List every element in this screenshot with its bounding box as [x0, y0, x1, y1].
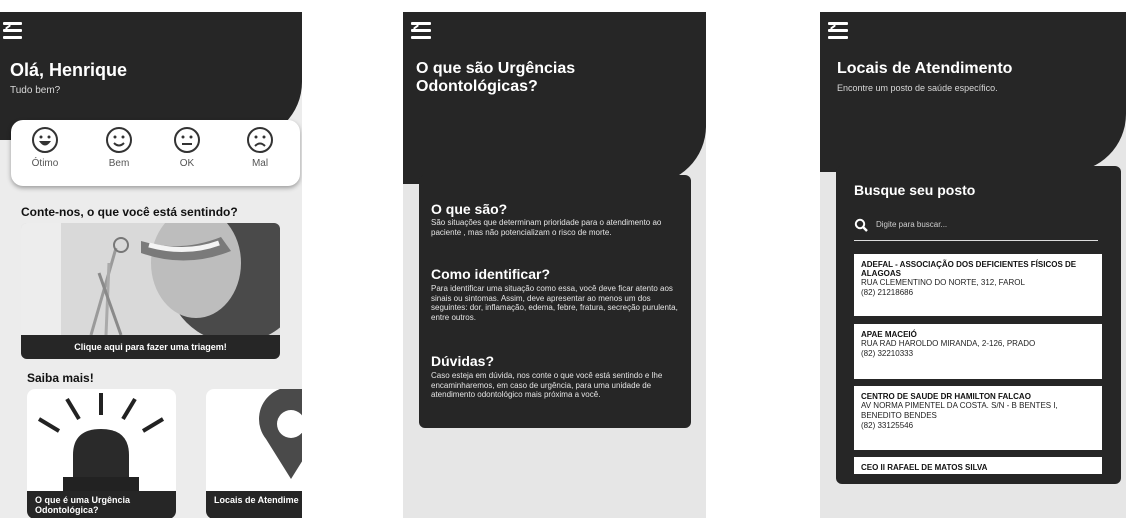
- feeling-title: Conte-nos, o que você está sentindo?: [21, 205, 238, 219]
- triage-card[interactable]: Clique aqui para fazer uma triagem!: [21, 223, 280, 359]
- result-phone: (82) 21218686: [861, 288, 914, 297]
- neutral-face-icon: [174, 127, 200, 153]
- search-bar: [854, 214, 1098, 241]
- map-pin-icon: [259, 389, 302, 479]
- info-card: O que são? São situações que determinam …: [419, 175, 691, 428]
- section-body: São situações que determinam prioridade …: [431, 218, 662, 237]
- page-title: Locais de Atendimento: [837, 60, 1013, 77]
- grin-face-icon: [32, 127, 58, 153]
- result-name: APAE MACEIÓ: [861, 330, 917, 339]
- section-heading: Como identificar?: [431, 266, 551, 282]
- mood-label: Bem: [108, 158, 130, 169]
- locations-screen: Locais de Atendimento Encontre um posto …: [820, 12, 1126, 518]
- mood-label: Ótimo: [31, 158, 59, 169]
- sad-face-icon: [247, 127, 273, 153]
- result-phone: (82) 32210333: [861, 349, 914, 358]
- result-address: AV NORMA PIMENTEL DA COSTA. S/N - B BENT…: [861, 401, 1058, 420]
- section-body: Para identificar uma situação como essa,…: [431, 284, 678, 322]
- result-address: RUA CLEMENTINO DO NORTE, 312, FAROL: [861, 278, 1025, 287]
- section-heading: O que são?: [431, 201, 508, 217]
- menu-icon[interactable]: [3, 22, 25, 40]
- section-body: Caso esteja em dúvida, nos conte o que v…: [431, 371, 663, 400]
- mood-selector: Ótimo Bem OK Mal: [11, 120, 300, 186]
- greeting-subtitle: Tudo bem?: [10, 85, 61, 96]
- search-input[interactable]: [876, 216, 1086, 232]
- locations-card-label: Locais de Atendime: [206, 491, 302, 518]
- mood-ok-button[interactable]: OK: [157, 126, 217, 169]
- mood-bad-button[interactable]: Mal: [230, 126, 290, 169]
- about-screen: O que são Urgências Odontológicas? O que…: [403, 12, 706, 518]
- result-item[interactable]: CEO II RAFAEL DE MATOS SILVA: [854, 457, 1102, 474]
- mood-great-button[interactable]: Ótimo: [15, 126, 75, 169]
- result-name: CENTRO DE SAUDE DR HAMILTON FALCAO: [861, 392, 1031, 401]
- result-address: RUA RAD HAROLDO MIRANDA, 2-126, PRADO: [861, 339, 1036, 348]
- about-header: [403, 12, 706, 184]
- mood-good-button[interactable]: Bem: [89, 126, 149, 169]
- smile-face-icon: [106, 127, 132, 153]
- home-screen: Olá, Henrique Tudo bem? Ótimo Bem OK Mal…: [0, 12, 302, 518]
- menu-icon[interactable]: [411, 22, 433, 40]
- section-heading: Dúvidas?: [431, 353, 495, 369]
- result-name: ADEFAL - ASSOCIAÇÃO DOS DEFICIENTES FÍSI…: [861, 260, 1077, 278]
- mood-label: OK: [179, 158, 195, 169]
- urgency-info-card[interactable]: O que é uma Urgência Odontológica?: [27, 389, 176, 518]
- result-phone: (82) 33125546: [861, 421, 914, 430]
- result-item[interactable]: ADEFAL - ASSOCIAÇÃO DOS DEFICIENTES FÍSI…: [854, 254, 1102, 316]
- mood-label: Mal: [251, 158, 269, 169]
- greeting-title: Olá, Henrique: [10, 60, 128, 80]
- menu-icon[interactable]: [828, 22, 850, 40]
- page-title: O que são Urgências Odontológicas?: [416, 60, 576, 95]
- locations-card[interactable]: Locais de Atendime: [206, 389, 302, 518]
- more-title: Saiba mais!: [27, 371, 94, 385]
- siren-icon: [37, 393, 165, 491]
- result-item[interactable]: CENTRO DE SAUDE DR HAMILTON FALCAO AV NO…: [854, 386, 1102, 450]
- urgency-card-label: O que é uma Urgência Odontológica?: [27, 491, 176, 518]
- result-name: CEO II RAFAEL DE MATOS SILVA: [861, 463, 988, 472]
- search-title: Busque seu posto: [854, 182, 976, 198]
- result-item[interactable]: APAE MACEIÓ RUA RAD HAROLDO MIRANDA, 2-1…: [854, 324, 1102, 379]
- search-icon: [854, 218, 868, 232]
- search-card: Busque seu posto ADEFAL - ASSOCIAÇÃO DOS…: [836, 166, 1121, 484]
- page-subtitle: Encontre um posto de saúde específico.: [837, 83, 998, 93]
- dental-photo: [21, 223, 280, 343]
- triage-caption: Clique aqui para fazer uma triagem!: [21, 335, 280, 359]
